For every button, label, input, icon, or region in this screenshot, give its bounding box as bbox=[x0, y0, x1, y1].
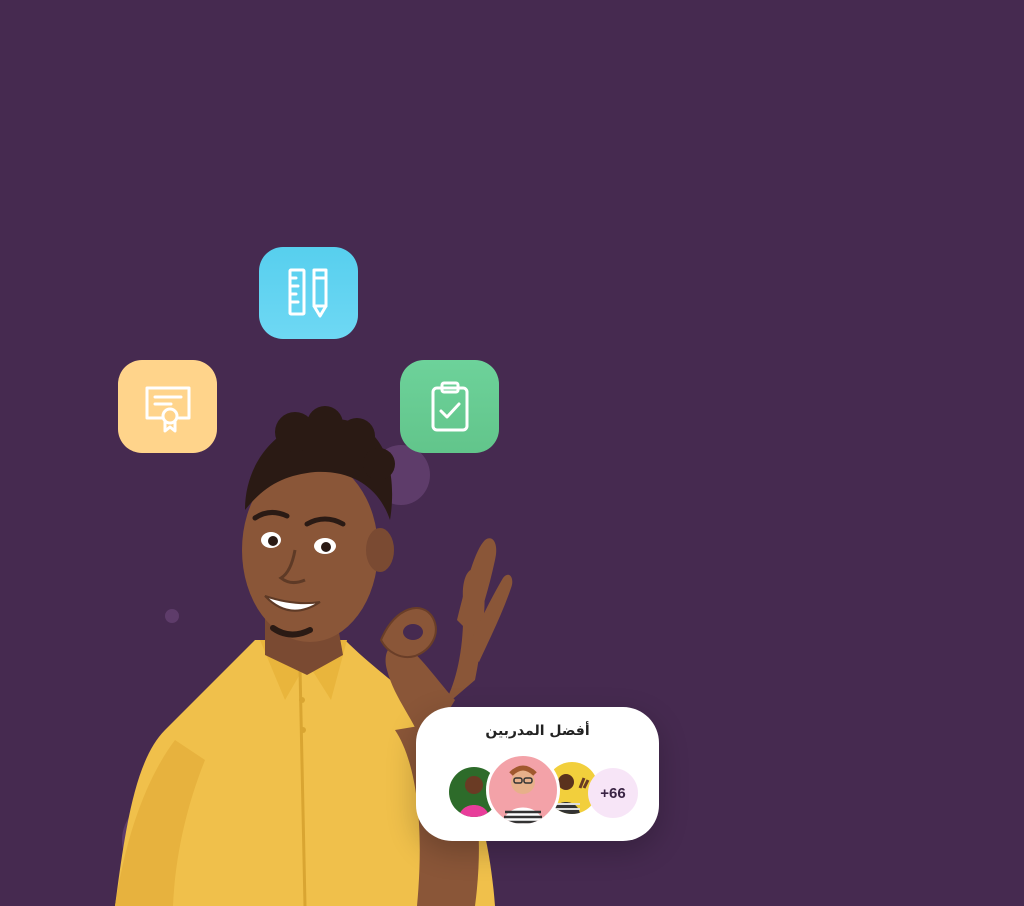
trainer-avatar-pink[interactable] bbox=[486, 753, 560, 827]
ruler-pencil-icon bbox=[284, 266, 334, 320]
tools-tile[interactable] bbox=[259, 247, 358, 339]
more-trainers-count[interactable]: +66 bbox=[588, 768, 638, 818]
top-trainers-title: أفضل المدربين bbox=[485, 723, 590, 739]
hero-scene: أفضل المدربين +66 bbox=[0, 0, 1024, 906]
top-trainers-card[interactable]: أفضل المدربين +66 bbox=[416, 707, 659, 841]
